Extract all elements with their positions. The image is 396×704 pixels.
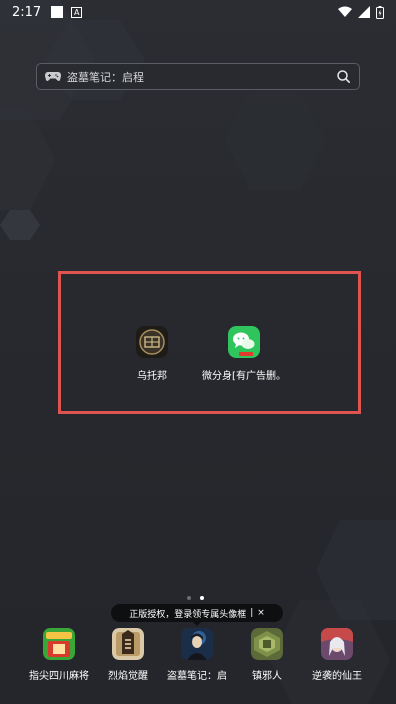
dock-app-sichuan-mahjong[interactable]: 指尖四川麻将: [20, 628, 98, 682]
status-icons: [338, 5, 384, 19]
status-time: 2:17: [12, 4, 42, 20]
promo-tooltip[interactable]: 正版授权，登录领专属头像框 | ×: [111, 604, 283, 622]
gamepad-icon: [45, 72, 61, 81]
utopia-app-icon: [136, 326, 168, 358]
search-label: 盗墓笔记：启程: [67, 70, 144, 84]
dock-label: 烈焰觉醒: [108, 671, 148, 682]
dock-app-immortal-king[interactable]: 逆袭的仙王: [298, 628, 376, 682]
tooltip-arrow: [192, 621, 202, 626]
sichuan-mahjong-icon: [43, 628, 75, 660]
app-wechat-clone[interactable]: 微分身[有广告删。: [199, 326, 289, 382]
page-indicator: [187, 596, 204, 600]
dock-app-flame-awakening[interactable]: 烈焰觉醒: [89, 628, 167, 682]
battery-icon: [376, 5, 384, 19]
page-dot[interactable]: [187, 596, 191, 600]
tooltip-text: 正版授权，登录领专属头像框: [129, 609, 247, 620]
search-icon: [336, 70, 350, 83]
app-utopia[interactable]: 乌托邦: [121, 326, 183, 382]
dock-app-zhenxieren[interactable]: 镇邪人: [228, 628, 306, 682]
zhenxieren-icon: [251, 628, 283, 660]
search-bar[interactable]: 盗墓笔记：启程: [36, 63, 360, 90]
page-dot-active[interactable]: [200, 596, 204, 600]
dock-label: 指尖四川麻将: [29, 671, 89, 682]
close-icon[interactable]: ×: [257, 608, 265, 618]
dock-label: 镇邪人: [252, 671, 282, 682]
signal-icon: [358, 6, 370, 18]
notification-square-icon: [51, 6, 64, 18]
a-notification-icon: A: [71, 6, 83, 18]
dock-label: 盗墓笔记：启: [167, 671, 227, 682]
search-button[interactable]: [335, 69, 351, 85]
status-bar: 2:17 A: [0, 0, 396, 24]
tooltip-separator: |: [250, 608, 254, 618]
dock-label: 逆袭的仙王: [312, 671, 362, 682]
wifi-icon: [338, 6, 352, 17]
app-label: 乌托邦: [137, 371, 167, 382]
app-label: 微分身[有广告删。: [202, 371, 286, 382]
wechat-clone-app-icon: [228, 326, 260, 358]
dock-app-tomb-notes[interactable]: 盗墓笔记：启: [158, 628, 236, 682]
immortal-king-icon: [321, 628, 353, 660]
flame-awakening-icon: [112, 628, 144, 660]
tomb-notes-icon: [181, 628, 213, 660]
